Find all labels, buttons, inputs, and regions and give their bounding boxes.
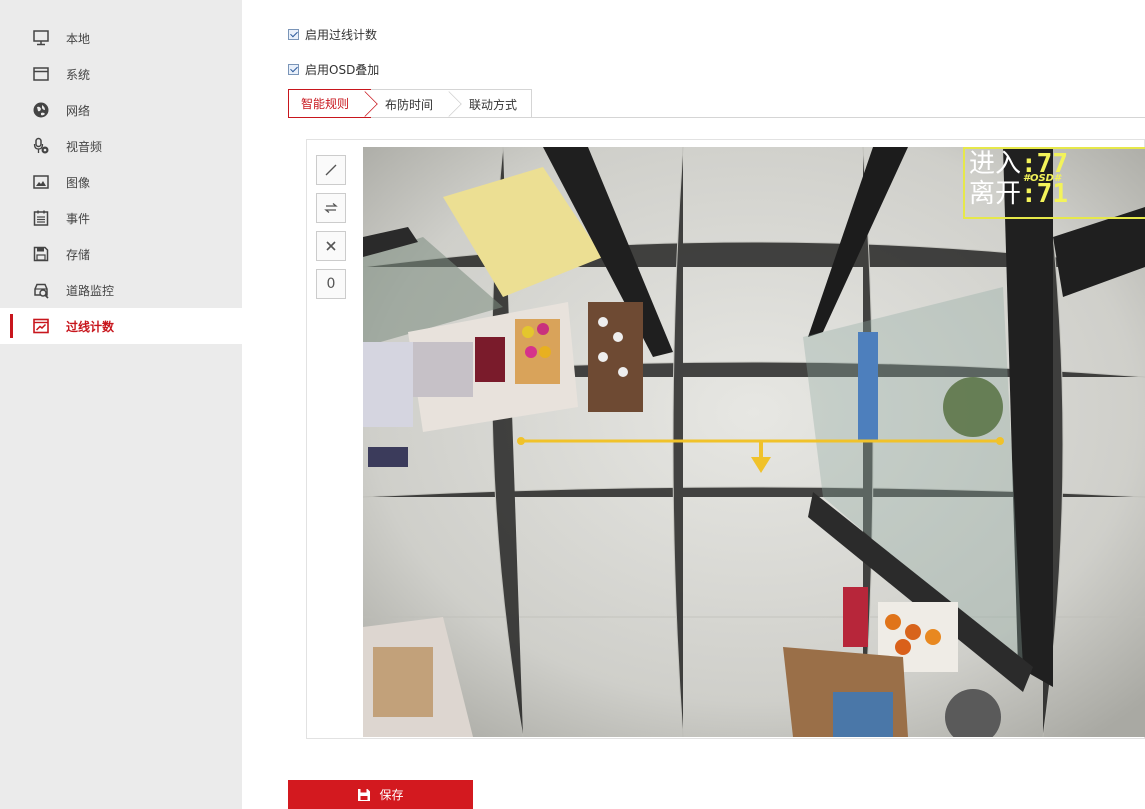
- calendar-icon: [32, 209, 50, 227]
- swap-direction-icon: [324, 203, 338, 213]
- tab-smart-rules[interactable]: 智能规则: [288, 89, 378, 118]
- swap-direction-button[interactable]: [316, 193, 346, 223]
- draw-toolbar: 0: [316, 155, 346, 307]
- save-label: 保存: [379, 788, 404, 802]
- tab-arming-schedule[interactable]: 布防时间: [371, 89, 462, 118]
- camera-scene: [363, 147, 1145, 737]
- close-icon: [326, 241, 336, 251]
- sidebar-item-label: 道路监控: [66, 283, 115, 298]
- globe-icon: [32, 101, 50, 119]
- draw-line-button[interactable]: [316, 155, 346, 185]
- enable-count-option[interactable]: 启用过线计数: [288, 26, 377, 43]
- sidebar: 本地 系统 网络 视音频 图像 事件 存储 道路监控 过线计数: [0, 0, 242, 809]
- reset-count-button[interactable]: 0: [316, 269, 346, 299]
- sidebar-item-label: 事件: [66, 211, 91, 226]
- sidebar-item-image[interactable]: 图像: [0, 164, 242, 200]
- save-disk-icon: [358, 788, 371, 801]
- window-icon: [32, 65, 50, 83]
- car-search-icon: [32, 281, 50, 299]
- osd-leave-label: 离开: [969, 179, 1022, 209]
- tab-label: 联动方式: [469, 97, 518, 112]
- tab-label: 布防时间: [385, 97, 434, 112]
- osd-mark: #OSD#: [1023, 173, 1061, 184]
- enable-osd-label: 启用OSD叠加: [305, 63, 380, 77]
- sidebar-item-label: 视音频: [66, 139, 103, 154]
- monitor-icon: [32, 29, 50, 47]
- save-button[interactable]: 保存: [288, 780, 473, 809]
- sidebar-item-label: 系统: [66, 67, 91, 82]
- enable-count-label: 启用过线计数: [305, 28, 378, 42]
- sidebar-item-label: 网络: [66, 103, 91, 118]
- tab-linkage-method[interactable]: 联动方式: [455, 89, 533, 118]
- sidebar-item-audio-video[interactable]: 视音频: [0, 128, 242, 164]
- sidebar-item-label: 存储: [66, 247, 91, 262]
- sidebar-item-label: 图像: [66, 175, 91, 190]
- enable-count-checkbox[interactable]: [288, 29, 299, 40]
- microphone-icon: [32, 137, 50, 155]
- main-content: 启用过线计数 启用OSD叠加 智能规则 布防时间 联动方式 0 进入:77 离开…: [288, 0, 1145, 809]
- sidebar-item-label: 本地: [66, 31, 91, 46]
- save-disk-icon: [32, 245, 50, 263]
- tab-label: 智能规则: [301, 97, 350, 111]
- osd-enter-label: 进入: [969, 149, 1022, 179]
- sidebar-item-event[interactable]: 事件: [0, 200, 242, 236]
- sidebar-item-storage[interactable]: 存储: [0, 236, 242, 272]
- sidebar-item-label: 过线计数: [66, 319, 115, 334]
- enable-osd-option[interactable]: 启用OSD叠加: [288, 61, 379, 78]
- clear-button[interactable]: [316, 231, 346, 261]
- sidebar-item-road-monitor[interactable]: 道路监控: [0, 272, 242, 308]
- tab-bar: 智能规则 布防时间 联动方式: [288, 89, 1145, 118]
- image-icon: [32, 173, 50, 191]
- reset-count-label: 0: [326, 276, 336, 292]
- sidebar-item-line-count[interactable]: 过线计数: [0, 308, 242, 344]
- enable-osd-checkbox[interactable]: [288, 64, 299, 75]
- draw-line-icon: [325, 164, 337, 176]
- sidebar-item-network[interactable]: 网络: [0, 92, 242, 128]
- sidebar-item-local[interactable]: 本地: [0, 20, 242, 56]
- line-count-icon: [32, 317, 50, 335]
- sidebar-item-system[interactable]: 系统: [0, 56, 242, 92]
- video-feed[interactable]: 进入:77 离开:71 #OSD#: [363, 147, 1145, 737]
